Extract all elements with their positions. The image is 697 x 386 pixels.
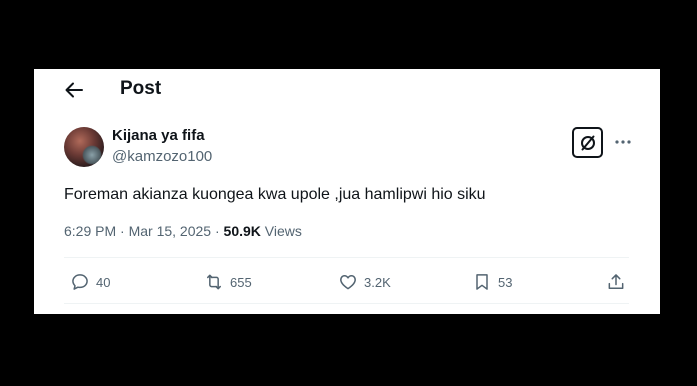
repost-button[interactable]: 655: [204, 269, 252, 295]
bookmark-count: 53: [498, 274, 513, 290]
repost-count: 655: [230, 274, 252, 290]
action-bar: 40 655 3.2K 53: [64, 269, 629, 295]
reply-button[interactable]: 40: [70, 269, 110, 295]
views-label: Views: [260, 223, 302, 239]
repost-icon: [207, 274, 221, 290]
grok-icon: [580, 135, 595, 150]
author-handle[interactable]: @kamzozo100: [112, 148, 212, 166]
reply-count: 40: [96, 274, 111, 290]
grok-button[interactable]: [572, 127, 603, 158]
share-icon: [608, 274, 624, 289]
page-header: Post: [34, 69, 660, 109]
bookmark-button[interactable]: 53: [472, 269, 512, 295]
bookmark-icon: [476, 274, 488, 290]
back-button[interactable]: [62, 78, 86, 102]
divider-top: [64, 257, 629, 258]
post-meta: 6:29 PM · Mar 15, 2025 · 50.9K Views: [64, 222, 302, 240]
post-card: Post Kijana ya fifa @kamzozo100 Foreman …: [34, 69, 660, 314]
views-count: 50.9K: [223, 223, 261, 239]
heart-icon: [340, 275, 356, 290]
reply-icon: [72, 274, 88, 290]
arrow-left-icon: [65, 82, 83, 98]
avatar-image-detail: [82, 145, 102, 165]
post-text: Foreman akianza kuongea kwa upole ,jua h…: [64, 186, 486, 203]
more-dots-icon: [615, 140, 631, 144]
post-timestamp[interactable]: 6:29 PM · Mar 15, 2025 ·: [64, 223, 224, 239]
like-button[interactable]: 3.2K: [338, 269, 391, 295]
page-title: Post: [120, 78, 162, 99]
more-options-button[interactable]: [611, 131, 635, 153]
share-button[interactable]: [606, 269, 626, 295]
avatar[interactable]: [64, 127, 104, 167]
divider-bottom: [64, 303, 629, 304]
like-count: 3.2K: [364, 274, 391, 290]
author-name[interactable]: Kijana ya fifa: [112, 127, 205, 145]
